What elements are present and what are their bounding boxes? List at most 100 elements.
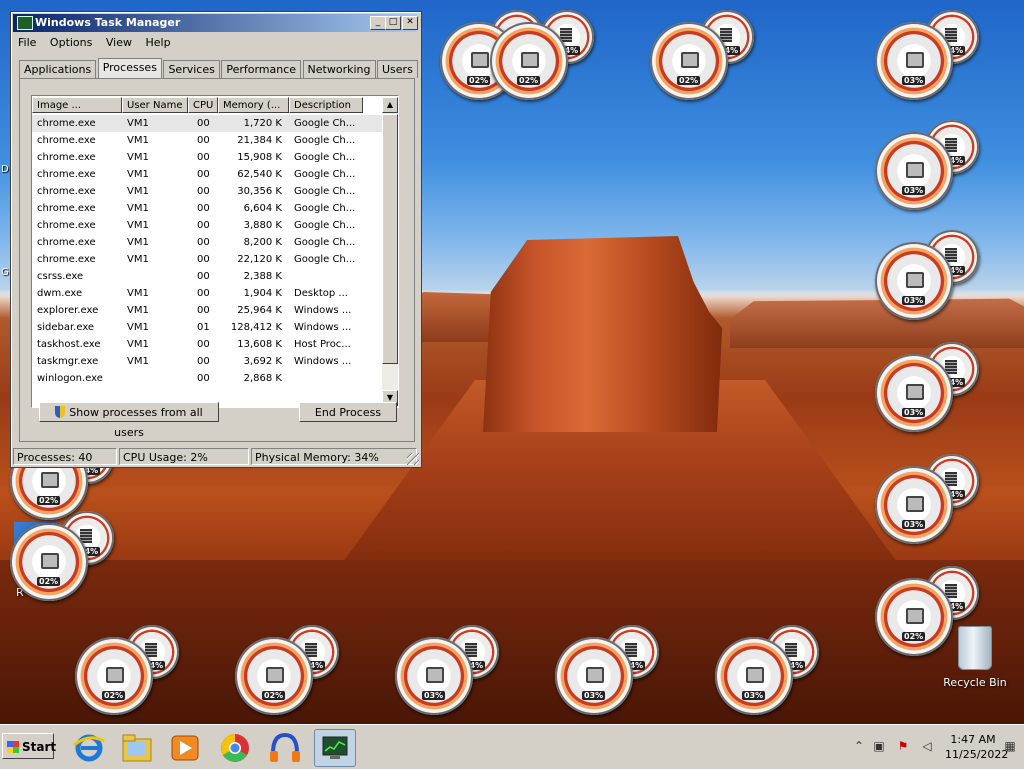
tab-processes[interactable]: Processes (97, 58, 162, 78)
cpu-usage-label: 02% (102, 691, 126, 700)
cpu-meter-gadget[interactable]: 34% 03% (875, 230, 979, 322)
table-row[interactable]: dwm.exe VM1 00 1,904 K Desktop ... (32, 285, 382, 302)
cpu-meter-gadget[interactable]: 34%02% (650, 10, 754, 102)
table-row[interactable]: chrome.exe VM1 00 30,356 K Google Ch... (32, 183, 382, 200)
cell-description: Google Ch... (294, 152, 356, 163)
cell-memory: 3,880 K (243, 220, 282, 231)
recycle-bin-icon (958, 626, 992, 670)
cell-image: chrome.exe (37, 237, 96, 248)
cell-user: VM1 (127, 152, 149, 163)
cell-memory: 15,908 K (237, 152, 282, 163)
menu-help[interactable]: Help (140, 34, 175, 51)
cpu-chip-icon (41, 553, 59, 569)
cell-cpu: 00 (197, 118, 210, 129)
file-explorer-icon[interactable] (116, 729, 158, 767)
maximize-button[interactable]: □ (385, 16, 401, 30)
table-row[interactable]: chrome.exe VM1 00 21,384 K Google Ch... (32, 132, 382, 149)
start-button[interactable]: Start (2, 733, 56, 759)
cpu-chip-icon (746, 667, 764, 683)
cell-user: VM1 (127, 118, 149, 129)
cpu-meter-gadget[interactable]: 34% 03% (715, 625, 819, 717)
cpu-meter-gadget[interactable]: 34% 03% (555, 625, 659, 717)
cell-cpu: 00 (197, 152, 210, 163)
cpu-chip-icon (906, 162, 924, 178)
table-row[interactable]: chrome.exe VM1 00 15,908 K Google Ch... (32, 149, 382, 166)
table-row[interactable]: chrome.exe VM1 00 1,720 K Google Ch... (32, 115, 382, 132)
table-row[interactable]: chrome.exe VM1 00 8,200 K Google Ch... (32, 234, 382, 251)
table-row[interactable]: chrome.exe VM1 00 22,120 K Google Ch... (32, 251, 382, 268)
cpu-meter-gadget[interactable]: 34% 03% (875, 10, 979, 102)
audio-app-icon[interactable] (264, 729, 306, 767)
table-row[interactable]: sidebar.exe VM1 01 128,412 K Windows ... (32, 319, 382, 336)
cpu-meter-gadget[interactable]: 34% 03% (875, 454, 979, 546)
menu-options[interactable]: Options (45, 34, 97, 51)
title-bar[interactable]: Windows Task Manager _ □ ✕ (13, 14, 418, 32)
column-description[interactable]: Description (289, 97, 363, 113)
clock-date: 11/25/2022 (945, 748, 1009, 761)
resize-grip-icon[interactable] (407, 453, 419, 465)
cpu-meter-gadget[interactable]: 34% 03% (875, 342, 979, 434)
tab-applications[interactable]: Applications (19, 60, 97, 78)
table-row[interactable]: chrome.exe VM1 00 3,880 K Google Ch... (32, 217, 382, 234)
tab-services[interactable]: Services (163, 60, 220, 78)
table-row[interactable]: explorer.exe VM1 00 25,964 K Windows ... (32, 302, 382, 319)
cell-cpu: 01 (197, 322, 210, 333)
recycle-bin[interactable]: Recycle Bin (942, 626, 1008, 689)
column-image-name[interactable]: Image ... (32, 97, 122, 113)
show-hidden-icons-arrow-icon[interactable]: ⌃ (852, 739, 866, 753)
show-all-processes-button[interactable]: Show processes from all users (39, 402, 219, 439)
task-manager-icon[interactable] (314, 729, 356, 767)
menu-view[interactable]: View (101, 34, 137, 51)
tab-performance[interactable]: Performance (221, 60, 302, 78)
table-row[interactable]: csrss.exe 00 2,388 K (32, 268, 382, 285)
close-button[interactable]: ✕ (402, 16, 418, 30)
minimize-button[interactable]: _ (370, 16, 386, 30)
cell-cpu: 00 (197, 271, 210, 282)
cpu-meter-gadget[interactable]: 34%02% (10, 511, 114, 603)
cell-description: Google Ch... (294, 254, 356, 265)
column-cpu[interactable]: CPU (188, 97, 218, 113)
status-processes: Processes: 40 (13, 448, 117, 465)
table-row[interactable]: winlogon.exe 00 2,868 K (32, 370, 382, 387)
cell-memory: 128,412 K (230, 322, 282, 333)
cell-memory: 1,720 K (243, 118, 282, 129)
tab-users[interactable]: Users (377, 60, 418, 78)
menu-file[interactable]: File (13, 34, 41, 51)
cpu-usage-label: 02% (517, 76, 541, 85)
cpu-meter-gadget[interactable]: 34% 03% (875, 120, 979, 212)
cpu-meter-gadget[interactable]: 34% 03% (395, 625, 499, 717)
cpu-chip-icon (681, 52, 699, 68)
table-row[interactable]: taskmgr.exe VM1 00 3,692 K Windows ... (32, 353, 382, 370)
cell-image: winlogon.exe (37, 373, 103, 384)
cpu-meter-gadget[interactable]: 34%02% (235, 625, 339, 717)
cell-image: chrome.exe (37, 186, 96, 197)
scroll-up-arrow-icon[interactable]: ▲ (382, 97, 398, 113)
system-clock[interactable]: 1:47 AM 11/25/2022 (945, 732, 1009, 762)
table-row[interactable]: chrome.exe VM1 00 62,540 K Google Ch... (32, 166, 382, 183)
desktop-edge-letter: G (1, 267, 9, 278)
clock-time: 1:47 AM (950, 733, 996, 746)
process-list[interactable]: Image ... User Name CPU Memory (... Desc… (31, 95, 399, 408)
table-row[interactable]: chrome.exe VM1 00 6,604 K Google Ch... (32, 200, 382, 217)
scrollbar-thumb[interactable] (382, 114, 398, 364)
cpu-usage-label: 02% (467, 76, 491, 85)
cpu-meter-gadget[interactable]: 34%02% (490, 10, 594, 102)
action-center-icon[interactable]: ⚑ (896, 739, 910, 753)
cell-user: VM1 (127, 135, 149, 146)
vertical-scrollbar[interactable]: ▲ ▼ (382, 97, 398, 406)
end-process-button[interactable]: End Process (299, 402, 397, 422)
cell-description: Google Ch... (294, 135, 356, 146)
volume-icon[interactable]: ◁ (920, 739, 934, 753)
table-row[interactable]: taskhost.exe VM1 00 13,608 K Host Proc... (32, 336, 382, 353)
internet-explorer-icon[interactable] (68, 729, 110, 767)
tab-networking[interactable]: Networking (302, 60, 376, 78)
media-player-icon[interactable] (164, 729, 206, 767)
cpu-meter-gadget[interactable]: 34%02% (75, 625, 179, 717)
cell-memory: 2,868 K (243, 373, 282, 384)
column-user-name[interactable]: User Name (122, 97, 188, 113)
cpu-usage-label: 03% (902, 76, 926, 85)
column-memory[interactable]: Memory (... (218, 97, 289, 113)
chrome-icon[interactable] (214, 729, 256, 767)
network-icon[interactable]: ▣ (872, 739, 886, 753)
show-desktop-icon[interactable]: ▦ (1004, 739, 1016, 753)
